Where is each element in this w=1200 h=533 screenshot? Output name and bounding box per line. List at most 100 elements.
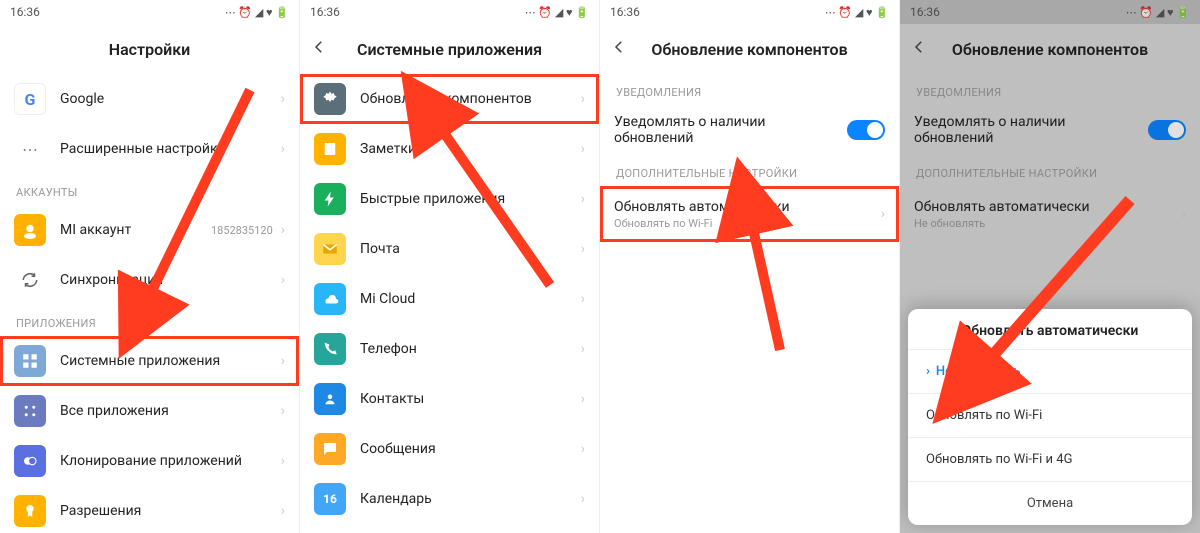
label: Google bbox=[60, 91, 281, 107]
row-all-apps[interactable]: Все приложения › bbox=[0, 386, 299, 436]
sheet-title: Обновлять автоматически bbox=[908, 309, 1192, 349]
row-notes[interactable]: Заметки › bbox=[300, 124, 599, 174]
back-button[interactable] bbox=[310, 38, 328, 60]
panel-system-apps: 16:36 ⋯ ⏰ ◢ ♥ 🔋 Системные приложения Обн… bbox=[300, 0, 600, 533]
chevron-right-icon: › bbox=[581, 241, 585, 257]
sheet-option-wifi[interactable]: Обновлять по Wi-Fi bbox=[908, 393, 1192, 437]
contact-icon bbox=[314, 383, 346, 415]
mi-icon bbox=[14, 214, 46, 246]
label: Разрешения bbox=[60, 503, 281, 519]
option-label: Обновлять по Wi-Fi и 4G bbox=[926, 452, 1072, 467]
gear-icon bbox=[314, 83, 346, 115]
google-icon: G bbox=[14, 83, 46, 115]
sheet-option-wifi-4g[interactable]: Обновлять по Wi-Fi и 4G bbox=[908, 437, 1192, 481]
label: Обновление компонентов bbox=[360, 91, 581, 107]
chevron-right-icon: › bbox=[581, 91, 585, 107]
back-button[interactable] bbox=[610, 38, 628, 60]
label: Обновлять автоматически bbox=[614, 199, 881, 215]
label: Mi Cloud bbox=[360, 291, 581, 307]
chevron-right-icon: › bbox=[581, 291, 585, 307]
header: Обновление компонентов bbox=[600, 24, 899, 74]
status-time: 16:36 bbox=[310, 5, 340, 19]
row-system-apps[interactable]: Системные приложения › bbox=[0, 336, 299, 386]
section-accounts: АККАУНТЫ bbox=[0, 174, 299, 205]
page-title: Системные приложения bbox=[357, 40, 542, 59]
badge-icon bbox=[14, 495, 46, 527]
row-phone[interactable]: Телефон › bbox=[300, 324, 599, 374]
label: Почта bbox=[360, 241, 581, 257]
panel-component-update-sheet: 16:36 ⋯ ⏰ ◢ ♥ 🔋 Обновление компонентов У… bbox=[900, 0, 1200, 533]
status-time: 16:36 bbox=[610, 5, 640, 19]
row-clone-apps[interactable]: Клонирование приложений › bbox=[0, 436, 299, 486]
row-auto-update[interactable]: Обновлять автоматически Обновлять по Wi-… bbox=[600, 186, 899, 242]
label: Сообщения bbox=[360, 441, 581, 457]
sheet-option-no-update[interactable]: › Не обновлять bbox=[908, 349, 1192, 393]
label: Быстрые приложения bbox=[360, 191, 581, 207]
section-extra: ДОПОЛНИТЕЛЬНЫЕ НАСТРОЙКИ bbox=[600, 155, 899, 186]
chevron-right-icon: › bbox=[281, 503, 285, 519]
status-icons: ⋯ ⏰ ◢ ♥ 🔋 bbox=[225, 6, 289, 19]
row-quick-apps[interactable]: Быстрые приложения › bbox=[300, 174, 599, 224]
row-notify-updates[interactable]: Уведомлять о наличии обновлений bbox=[600, 105, 899, 155]
label: Уведомлять о наличии обновлений bbox=[614, 114, 847, 146]
all-apps-icon bbox=[14, 395, 46, 427]
row-contacts[interactable]: Контакты › bbox=[300, 374, 599, 424]
row-permissions[interactable]: Разрешения › bbox=[0, 486, 299, 533]
chevron-right-icon: › bbox=[281, 272, 285, 288]
page-title: Настройки bbox=[109, 40, 191, 59]
chevron-right-icon: › bbox=[281, 453, 285, 469]
label: MI аккаунт bbox=[60, 222, 211, 238]
label: Телефон bbox=[360, 341, 581, 357]
dots-icon: ⋯ bbox=[14, 133, 46, 165]
label: Контакты bbox=[360, 391, 581, 407]
row-mi-account[interactable]: MI аккаунт 1852835120 › bbox=[0, 205, 299, 255]
row-advanced[interactable]: ⋯ Расширенные настройки › bbox=[0, 124, 299, 174]
toggle-on[interactable] bbox=[847, 120, 885, 140]
status-icons: ⋯ ⏰ ◢ ♥ 🔋 bbox=[825, 6, 889, 19]
chevron-right-icon: › bbox=[281, 141, 285, 157]
clone-icon bbox=[14, 445, 46, 477]
chevron-right-icon: › bbox=[581, 341, 585, 357]
sheet-cancel[interactable]: Отмена bbox=[908, 481, 1192, 525]
option-label: Обновлять по Wi-Fi bbox=[926, 408, 1042, 423]
calendar-icon: 16 bbox=[314, 483, 346, 515]
chevron-right-icon: › bbox=[281, 222, 285, 238]
action-sheet: Обновлять автоматически › Не обновлять О… bbox=[908, 309, 1192, 525]
bolt-icon bbox=[314, 183, 346, 215]
label: Клонирование приложений bbox=[60, 453, 281, 469]
row-micloud[interactable]: Mi Cloud › bbox=[300, 274, 599, 324]
cloud-icon bbox=[314, 283, 346, 315]
chevron-right-icon: › bbox=[281, 353, 285, 369]
label: Системные приложения bbox=[60, 353, 281, 369]
status-icons: ⋯ ⏰ ◢ ♥ 🔋 bbox=[525, 6, 589, 19]
phone-icon bbox=[314, 333, 346, 365]
chevron-right-icon: › bbox=[581, 191, 585, 207]
panel-settings: 16:36 ⋯ ⏰ ◢ ♥ 🔋 Настройки G Google › ⋯ Р… bbox=[0, 0, 300, 533]
chevron-right-icon: › bbox=[926, 364, 930, 379]
sublabel: Обновлять по Wi-Fi bbox=[614, 217, 881, 230]
page-title: Обновление компонентов bbox=[651, 40, 847, 59]
chevron-right-icon: › bbox=[581, 391, 585, 407]
row-messages[interactable]: Сообщения › bbox=[300, 424, 599, 474]
calendar-day: 16 bbox=[323, 492, 337, 506]
header: Настройки bbox=[0, 24, 299, 74]
sheet-backdrop[interactable]: Обновлять автоматически › Не обновлять О… bbox=[900, 0, 1200, 533]
label: Расширенные настройки bbox=[60, 141, 281, 157]
chevron-right-icon: › bbox=[281, 91, 285, 107]
status-bar: 16:36 ⋯ ⏰ ◢ ♥ 🔋 bbox=[600, 0, 899, 24]
section-notifications: УВЕДОМЛЕНИЯ bbox=[600, 74, 899, 105]
chevron-right-icon: › bbox=[281, 403, 285, 419]
row-mail[interactable]: Почта › bbox=[300, 224, 599, 274]
status-bar: 16:36 ⋯ ⏰ ◢ ♥ 🔋 bbox=[300, 0, 599, 24]
label: Календарь bbox=[360, 491, 581, 507]
label: Синхронизация bbox=[60, 272, 281, 288]
row-component-update[interactable]: Обновление компонентов › bbox=[300, 74, 599, 124]
row-google[interactable]: G Google › bbox=[0, 74, 299, 124]
grid-icon bbox=[14, 345, 46, 377]
note-icon bbox=[314, 133, 346, 165]
label: Все приложения bbox=[60, 403, 281, 419]
row-sync[interactable]: Синхронизация › bbox=[0, 255, 299, 305]
chevron-right-icon: › bbox=[581, 491, 585, 507]
row-calendar[interactable]: 16 Календарь › bbox=[300, 474, 599, 524]
section-apps: ПРИЛОЖЕНИЯ bbox=[0, 305, 299, 336]
